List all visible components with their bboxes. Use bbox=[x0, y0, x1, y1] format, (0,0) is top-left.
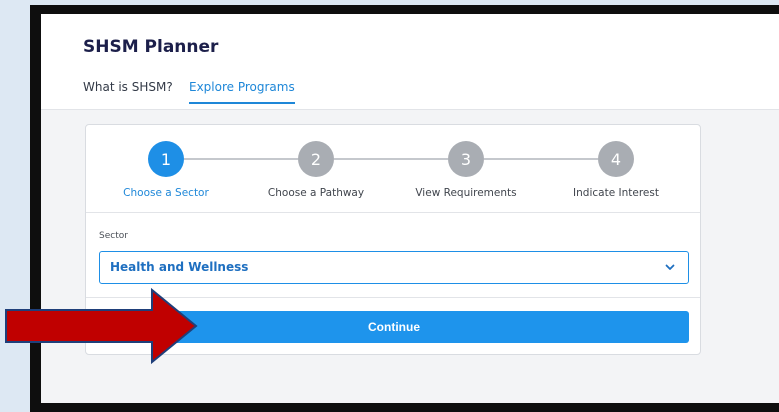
chevron-down-icon bbox=[665, 264, 675, 270]
header: SHSM Planner What is SHSM? Explore Progr… bbox=[41, 14, 779, 110]
app-title: SHSM Planner bbox=[83, 37, 219, 57]
step-1-circle[interactable]: 1 bbox=[148, 141, 184, 177]
step-2-circle[interactable]: 2 bbox=[298, 141, 334, 177]
step-connector bbox=[184, 158, 298, 160]
red-arrow-annotation bbox=[5, 287, 198, 365]
step-4-label: Indicate Interest bbox=[573, 187, 659, 199]
step-connector bbox=[484, 158, 598, 160]
step-3-label: View Requirements bbox=[415, 187, 517, 199]
step-1-label: Choose a Sector bbox=[123, 187, 209, 199]
step-connector bbox=[334, 158, 448, 160]
tab-explore-programs[interactable]: Explore Programs bbox=[189, 80, 295, 104]
sector-selected-value: Health and Wellness bbox=[110, 260, 249, 274]
stepper: 1 2 3 4 Choose a Sector Choose a Pathway… bbox=[86, 125, 700, 213]
sector-select[interactable]: Health and Wellness bbox=[99, 251, 689, 284]
sector-label: Sector bbox=[99, 231, 128, 241]
step-4-circle[interactable]: 4 bbox=[598, 141, 634, 177]
step-2-label: Choose a Pathway bbox=[267, 187, 365, 199]
step-3-circle[interactable]: 3 bbox=[448, 141, 484, 177]
tab-what-is-shsm[interactable]: What is SHSM? bbox=[83, 80, 173, 94]
